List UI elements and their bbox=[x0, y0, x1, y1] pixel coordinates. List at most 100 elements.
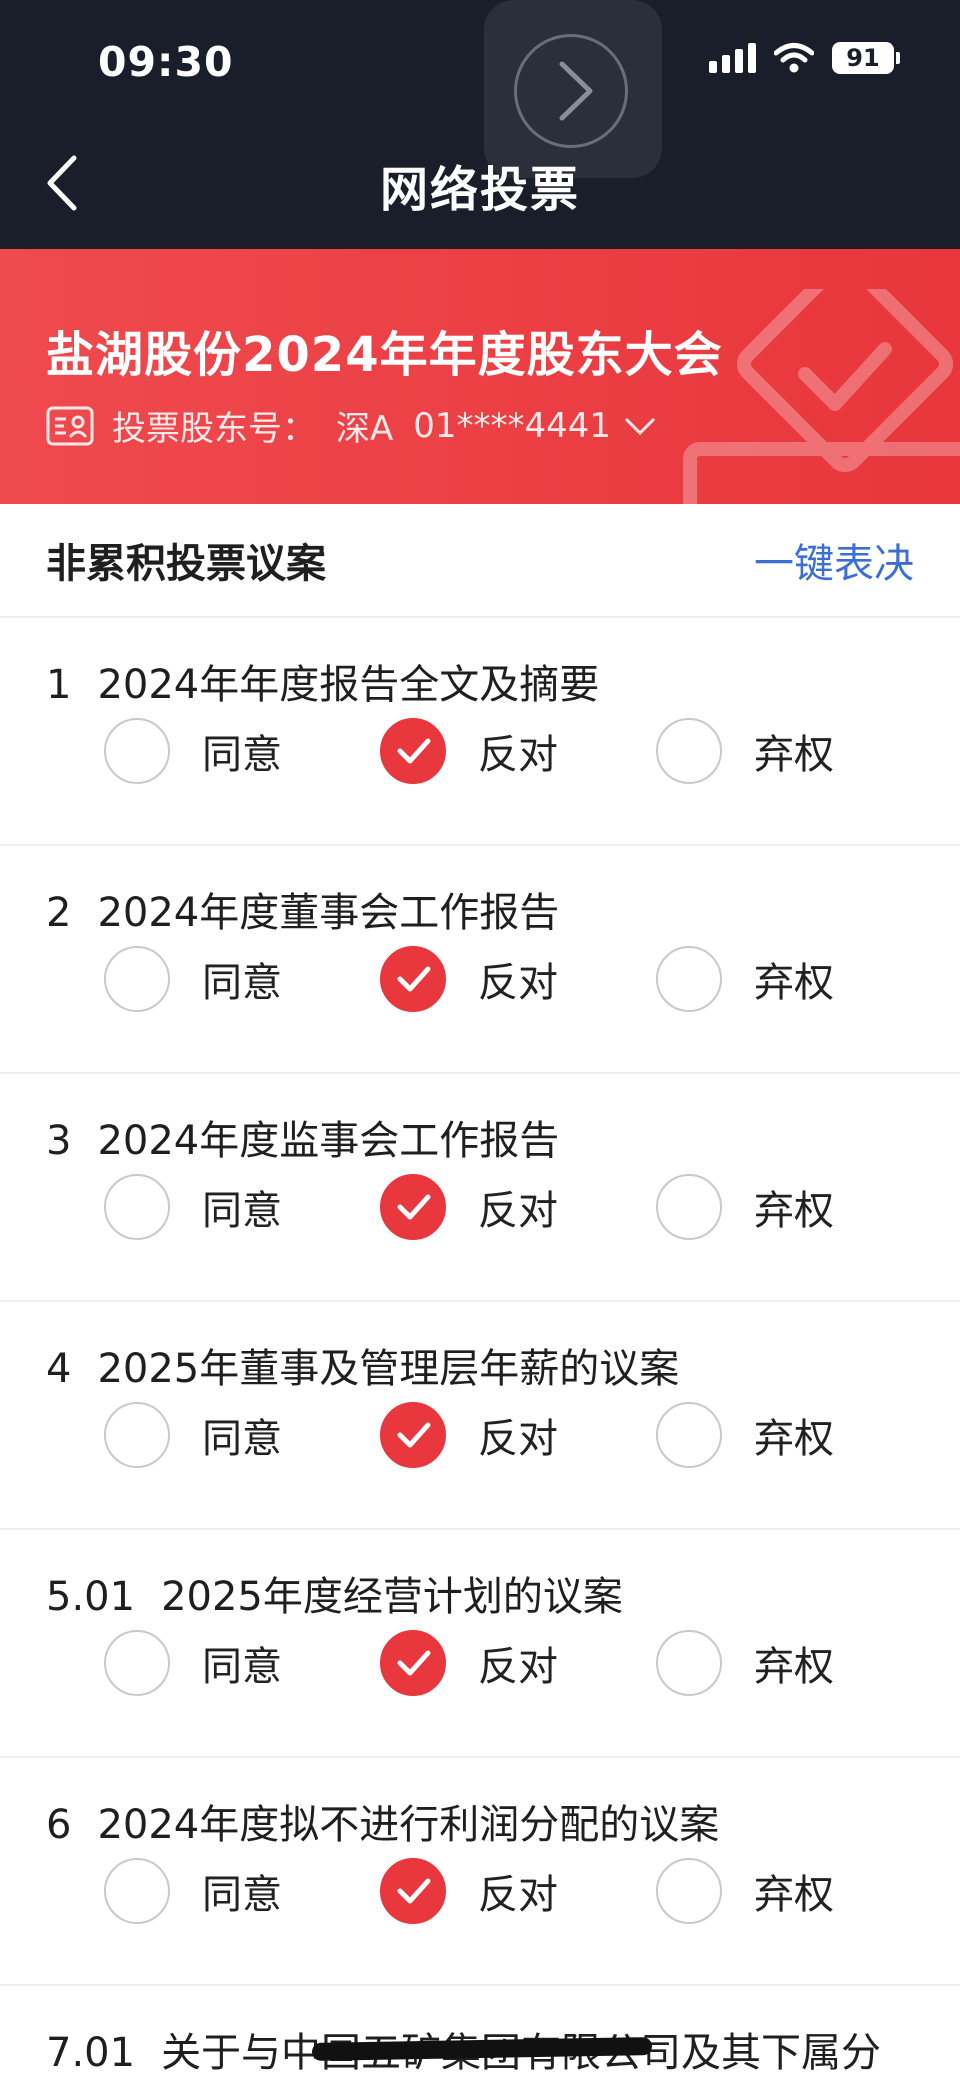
motion-title: 1 2024年年度报告全文及摘要 bbox=[46, 652, 599, 710]
radio-checked-icon[interactable] bbox=[380, 1858, 446, 1924]
vote-options: 同意 反对 弃权 bbox=[104, 1628, 932, 1698]
motion-text: 2024年年度报告全文及摘要 bbox=[97, 662, 600, 708]
radio-unchecked-icon[interactable] bbox=[656, 1402, 722, 1468]
motion-item: 3 2024年度监事会工作报告 同意 反对 弃权 bbox=[0, 1074, 960, 1302]
vote-option-oppose[interactable]: 反对 bbox=[380, 1402, 656, 1468]
motion-text: 2025年董事及管理层年薪的议案 bbox=[97, 1346, 680, 1392]
vote-option-label: 同意 bbox=[202, 732, 282, 778]
vote-option-agree[interactable]: 同意 bbox=[104, 1174, 380, 1240]
motion-number: 6 bbox=[46, 1802, 72, 1848]
vote-option-agree[interactable]: 同意 bbox=[104, 946, 380, 1012]
vote-option-label: 弃权 bbox=[754, 1644, 834, 1690]
motion-number: 5.01 bbox=[46, 1574, 136, 1620]
vote-option-agree[interactable]: 同意 bbox=[104, 1402, 380, 1468]
radio-unchecked-icon[interactable] bbox=[656, 946, 722, 1012]
motion-list: 1 2024年年度报告全文及摘要 同意 反对 弃权 2 2024年度董事会工作报告 同意 反对弃… bbox=[0, 618, 960, 2079]
vote-option-agree[interactable]: 同意 bbox=[104, 718, 380, 784]
vote-option-abstain[interactable]: 弃权 bbox=[656, 1630, 932, 1696]
motion-title: 6 2024年度拟不进行利润分配的议案 bbox=[46, 1792, 719, 1850]
motion-item: 2 2024年度董事会工作报告同意 反对 弃权 bbox=[0, 846, 960, 1074]
vote-option-abstain[interactable]: 弃权 bbox=[656, 1858, 932, 1924]
holder-account: 01****4441 bbox=[413, 405, 612, 446]
status-time: 09:30 bbox=[98, 38, 234, 86]
motion-text: 2025年度经营计划的议案 bbox=[161, 1574, 623, 1620]
radio-unchecked-icon[interactable] bbox=[104, 946, 170, 1012]
chevron-right-icon bbox=[559, 61, 593, 121]
checkmark-icon bbox=[397, 966, 431, 992]
radio-unchecked-icon[interactable] bbox=[656, 1858, 722, 1924]
checkmark-icon bbox=[397, 1878, 431, 1904]
vote-option-label: 反对 bbox=[478, 1644, 558, 1690]
motion-text: 2024年度拟不进行利润分配的议案 bbox=[97, 1802, 720, 1848]
radio-unchecked-icon[interactable] bbox=[104, 1630, 170, 1696]
vote-options: 同意 反对 弃权 bbox=[104, 1856, 932, 1926]
motion-number: 2 bbox=[46, 890, 72, 936]
holder-market: 深A bbox=[336, 409, 394, 449]
motion-title: 5.01 2025年度经营计划的议案 bbox=[46, 1564, 623, 1622]
radio-unchecked-icon[interactable] bbox=[104, 1402, 170, 1468]
radio-unchecked-icon[interactable] bbox=[656, 1174, 722, 1240]
holder-label: 投票股东号： bbox=[112, 409, 316, 449]
quick-vote-link[interactable]: 一键表决 bbox=[754, 531, 914, 589]
vote-option-abstain[interactable]: 弃权 bbox=[656, 946, 932, 1012]
section-header: 非累积投票议案 一键表决 bbox=[0, 504, 960, 618]
vote-option-label: 反对 bbox=[478, 1872, 558, 1918]
section-title: 非累积投票议案 bbox=[46, 541, 326, 587]
motion-item: 6 2024年度拟不进行利润分配的议案同意 反对 弃权 bbox=[0, 1758, 960, 1986]
radio-unchecked-icon[interactable] bbox=[104, 1858, 170, 1924]
vote-option-label: 反对 bbox=[478, 960, 558, 1006]
vote-option-label: 弃权 bbox=[754, 960, 834, 1006]
top-bar: 09:30 91 网络投票 bbox=[0, 0, 960, 249]
id-card-icon bbox=[46, 406, 94, 445]
motion-number: 3 bbox=[46, 1118, 72, 1164]
shareholder-account-row[interactable]: 投票股东号： 深A 01****4441 bbox=[46, 401, 657, 450]
vote-option-agree[interactable]: 同意 bbox=[104, 1858, 380, 1924]
motion-item: 1 2024年年度报告全文及摘要同意 反对 弃权 bbox=[0, 618, 960, 846]
page-title: 网络投票 bbox=[379, 162, 580, 218]
motion-title: 4 2025年董事及管理层年薪的议案 bbox=[46, 1336, 679, 1394]
vote-option-abstain[interactable]: 弃权 bbox=[656, 1402, 932, 1468]
vote-option-oppose[interactable]: 反对 bbox=[380, 1630, 656, 1696]
vote-option-label: 弃权 bbox=[754, 1416, 834, 1462]
checkmark-icon bbox=[397, 1650, 431, 1676]
motion-item: 4 2025年董事及管理层年薪的议案同意 反对 弃权 bbox=[0, 1302, 960, 1530]
vote-option-oppose[interactable]: 反对 bbox=[380, 946, 656, 1012]
vote-options: 同意 反对 弃权 bbox=[104, 944, 932, 1014]
vote-option-label: 同意 bbox=[202, 960, 282, 1006]
radio-checked-icon[interactable] bbox=[380, 946, 446, 1012]
vote-option-oppose[interactable]: 反对 bbox=[380, 1174, 656, 1240]
radio-checked-icon[interactable] bbox=[380, 1402, 446, 1468]
chevron-down-icon bbox=[625, 417, 656, 435]
vote-option-oppose[interactable]: 反对 bbox=[380, 1858, 656, 1924]
vote-options: 同意 反对 弃权 bbox=[104, 1172, 932, 1242]
radio-unchecked-icon[interactable] bbox=[104, 718, 170, 784]
radio-unchecked-icon[interactable] bbox=[656, 718, 722, 784]
battery-icon: 91 bbox=[832, 42, 900, 74]
checkmark-icon bbox=[397, 1422, 431, 1448]
vote-option-label: 弃权 bbox=[754, 732, 834, 778]
vote-option-agree[interactable]: 同意 bbox=[104, 1630, 380, 1696]
vote-option-label: 同意 bbox=[202, 1188, 282, 1234]
radio-unchecked-icon[interactable] bbox=[104, 1174, 170, 1240]
motion-number: 4 bbox=[46, 1346, 72, 1392]
vote-option-label: 反对 bbox=[478, 1416, 558, 1462]
vote-option-label: 同意 bbox=[202, 1644, 282, 1690]
radio-checked-icon[interactable] bbox=[380, 718, 446, 784]
motion-number: 7.01 bbox=[46, 2030, 136, 2076]
radio-unchecked-icon[interactable] bbox=[656, 1630, 722, 1696]
vote-option-label: 弃权 bbox=[754, 1188, 834, 1234]
checkmark-icon bbox=[397, 1194, 431, 1220]
vote-option-label: 同意 bbox=[202, 1416, 282, 1462]
vote-options: 同意 反对 弃权 bbox=[104, 1400, 932, 1470]
radio-checked-icon[interactable] bbox=[380, 1174, 446, 1240]
signal-icon bbox=[709, 43, 756, 73]
motion-text: 2024年度董事会工作报告 bbox=[97, 890, 560, 936]
radio-checked-icon[interactable] bbox=[380, 1630, 446, 1696]
vote-option-abstain[interactable]: 弃权 bbox=[656, 718, 932, 784]
vote-option-abstain[interactable]: 弃权 bbox=[656, 1174, 932, 1240]
vote-option-oppose[interactable]: 反对 bbox=[380, 718, 656, 784]
checkmark-icon bbox=[397, 738, 431, 764]
motion-item: 5.01 2025年度经营计划的议案同意 反对 弃权 bbox=[0, 1530, 960, 1758]
status-icons: 91 bbox=[709, 42, 900, 74]
meeting-banner: 盐湖股份2024年年度股东大会 投票股东号： 深A 01****4441 bbox=[0, 249, 960, 504]
